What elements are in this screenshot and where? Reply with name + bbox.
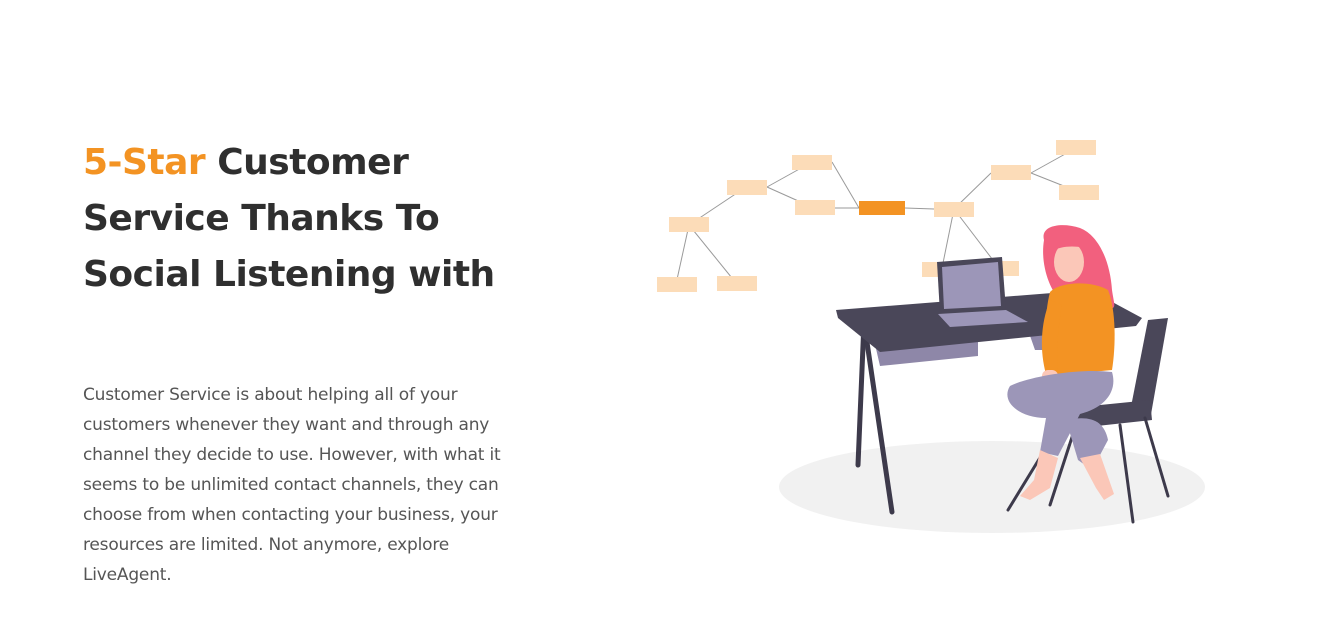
- hero-title: 5-Star Customer Service Thanks To Social…: [83, 135, 523, 303]
- hero-description: Customer Service is about helping all of…: [83, 385, 501, 585]
- person-at-desk-illustration: [657, 140, 1205, 533]
- laptop-screen-inner: [942, 262, 1001, 309]
- floor-shadow: [779, 441, 1205, 533]
- hero-title-accent: 5-Star: [83, 142, 206, 183]
- mind-map-nodes: [657, 140, 1099, 292]
- mind-map-center-node: [859, 201, 905, 215]
